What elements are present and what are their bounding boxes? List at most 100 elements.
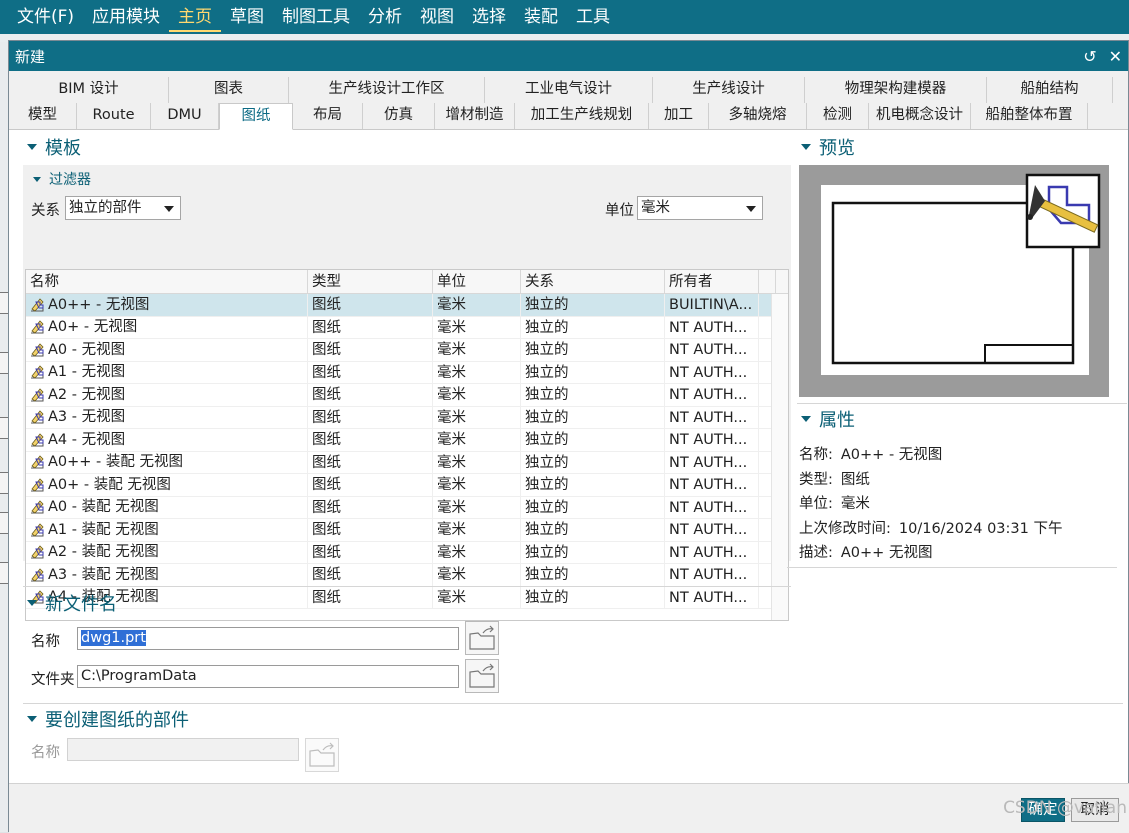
properties-section-header[interactable]: 属性 <box>797 405 855 433</box>
relation-select[interactable]: 独立的部件 <box>65 196 181 220</box>
preview-section-header[interactable]: 预览 <box>797 133 1127 161</box>
unit-select-value: 毫米 <box>641 200 670 216</box>
column-header-1[interactable]: 类型 <box>308 270 433 293</box>
tab-row-2: 模型 Route DMU 图纸 布局 仿真 增材制造 加工生产线规划 加工 多轴烧熔 检测 机电概念设… <box>9 103 1128 130</box>
tab-row1-4[interactable]: 生产线设计 <box>653 77 805 103</box>
table-row[interactable]: A1 - 无视图 图纸 毫米 独立的 NT AUTH... <box>26 361 788 384</box>
table-row[interactable]: A4 - 无视图 图纸 毫米 独立的 NT AUTH... <box>26 429 788 452</box>
tab-row1-2[interactable]: 生产线设计工作区 <box>289 77 485 103</box>
collapse-arrow-icon[interactable] <box>27 716 37 722</box>
table-cell: 毫米 <box>433 451 521 473</box>
menu-item-4[interactable]: 制图工具 <box>273 2 359 32</box>
tab-row2-9[interactable]: 多轴烧熔 <box>709 103 807 129</box>
collapse-arrow-icon[interactable] <box>801 144 811 150</box>
folder-icon <box>309 742 335 767</box>
close-icon[interactable]: ✕ <box>1109 47 1122 66</box>
relation-select-value: 独立的部件 <box>69 200 142 216</box>
column-header-4[interactable]: 所有者 <box>665 270 759 293</box>
new-file-section-header[interactable]: 新文件名 <box>23 589 117 617</box>
unit-select[interactable]: 毫米 <box>637 196 763 220</box>
table-row[interactable]: A3 - 装配 无视图 图纸 毫米 独立的 NT AUTH... <box>26 564 788 587</box>
collapse-arrow-icon[interactable] <box>33 176 41 182</box>
table-row[interactable]: A0+ - 无视图 图纸 毫米 独立的 NT AUTH... <box>26 316 788 339</box>
table-row[interactable]: A0 - 无视图 图纸 毫米 独立的 NT AUTH... <box>26 339 788 362</box>
relation-label: 关系 <box>31 203 60 219</box>
column-header-3[interactable]: 关系 <box>521 270 665 293</box>
tab-row1-0[interactable]: BIM 设计 <box>9 77 169 103</box>
column-header-0[interactable]: 名称 <box>26 270 308 293</box>
collapse-arrow-icon[interactable] <box>27 144 37 150</box>
browse-folder-button[interactable] <box>465 659 499 693</box>
menu-item-8[interactable]: 装配 <box>515 2 567 32</box>
template-section-header[interactable]: 模板 <box>23 133 791 161</box>
collapse-arrow-icon[interactable] <box>27 600 37 606</box>
template-name: A3 - 装配 无视图 <box>48 566 159 583</box>
section-divider <box>797 403 1127 404</box>
table-scrollbar[interactable] <box>771 294 788 620</box>
tab-row2-12[interactable]: 船舶整体布置 <box>971 103 1088 129</box>
table-cell: 独立的 <box>521 406 665 428</box>
table-cell: 独立的 <box>521 474 665 496</box>
menu-item-3[interactable]: 草图 <box>221 2 273 32</box>
template-name: A0 - 无视图 <box>48 341 126 358</box>
table-row[interactable]: A2 - 装配 无视图 图纸 毫米 独立的 NT AUTH... <box>26 541 788 564</box>
menu-item-9[interactable]: 工具 <box>567 2 619 32</box>
menu-item-7[interactable]: 选择 <box>463 2 515 32</box>
menu-item-1[interactable]: 应用模块 <box>83 2 169 32</box>
tab-row2-6[interactable]: 增材制造 <box>435 103 515 129</box>
table-row[interactable]: A0+ - 装配 无视图 图纸 毫米 独立的 NT AUTH... <box>26 474 788 497</box>
tab-row1-6[interactable]: 船舶结构 <box>987 77 1113 103</box>
template-name: A1 - 装配 无视图 <box>48 521 159 538</box>
table-row[interactable]: A2 - 无视图 图纸 毫米 独立的 NT AUTH... <box>26 384 788 407</box>
tab-row2-5[interactable]: 仿真 <box>363 103 435 129</box>
tab-row2-11[interactable]: 机电概念设计 <box>869 103 971 129</box>
table-row[interactable]: A0++ - 装配 无视图 图纸 毫米 独立的 NT AUTH... <box>26 451 788 474</box>
template-name: A4 - 无视图 <box>48 431 126 448</box>
reset-icon[interactable]: ↺ <box>1083 47 1096 66</box>
menu-item-5[interactable]: 分析 <box>359 2 411 32</box>
tab-row2-0[interactable]: 模型 <box>9 103 77 129</box>
tab-row2-7[interactable]: 加工生产线规划 <box>515 103 649 129</box>
table-row[interactable]: A3 - 无视图 图纸 毫米 独立的 NT AUTH... <box>26 406 788 429</box>
property-key: 类型: <box>799 471 833 488</box>
file-name-input[interactable]: dwg1.prt <box>77 627 459 650</box>
tab-row2-1[interactable]: Route <box>77 103 151 129</box>
table-row[interactable]: A4 - 装配 无视图 图纸 毫米 独立的 NT AUTH... <box>26 586 788 609</box>
table-cell: 独立的 <box>521 496 665 518</box>
drawing-template-icon <box>31 433 44 447</box>
part-name-input[interactable] <box>67 738 299 761</box>
table-cell: BUILTIN\A... <box>665 294 759 316</box>
property-row: 类型: 图纸 <box>799 468 870 489</box>
table-row[interactable]: A0++ - 无视图 图纸 毫米 独立的 BUILTIN\A... <box>26 294 788 317</box>
menu-item-6[interactable]: 视图 <box>411 2 463 32</box>
menu-item-2[interactable]: 主页 <box>169 2 222 32</box>
table-row[interactable]: A1 - 装配 无视图 图纸 毫米 独立的 NT AUTH... <box>26 519 788 542</box>
menu-item-0[interactable]: 文件(F) <box>8 2 83 32</box>
tab-row2-10[interactable]: 检测 <box>807 103 869 129</box>
properties-section-title: 属性 <box>819 410 855 431</box>
table-cell: 毫米 <box>433 406 521 428</box>
tab-row2-2[interactable]: DMU <box>151 103 219 129</box>
table-cell: A0 - 装配 无视图 <box>26 496 308 518</box>
property-key: 描述: <box>799 545 833 561</box>
table-row[interactable]: A0 - 装配 无视图 图纸 毫米 独立的 NT AUTH... <box>26 496 788 519</box>
table-cell: 图纸 <box>308 564 433 586</box>
tab-row2-8[interactable]: 加工 <box>649 103 709 129</box>
tab-row1-5[interactable]: 物理架构建模器 <box>805 77 987 103</box>
folder-input[interactable]: C:\ProgramData <box>77 665 459 688</box>
column-header-2[interactable]: 单位 <box>433 270 521 293</box>
browse-name-button[interactable] <box>465 621 499 655</box>
tab-row1-1[interactable]: 图表 <box>169 77 289 103</box>
browse-part-button[interactable] <box>305 738 339 772</box>
table-cell: 图纸 <box>308 541 433 563</box>
filter-header[interactable]: 过滤器 <box>29 169 785 189</box>
part-section-header[interactable]: 要创建图纸的部件 <box>23 705 189 733</box>
tab-row2-3[interactable]: 图纸 <box>219 103 293 130</box>
collapse-arrow-icon[interactable] <box>801 416 811 422</box>
dialog-footer: 确定 取消 <box>9 783 1129 833</box>
tab-row1-3[interactable]: 工业电气设计 <box>485 77 653 103</box>
table-cell: NT AUTH... <box>665 474 759 496</box>
template-name: A0+ - 装配 无视图 <box>48 476 171 493</box>
unit-label: 单位 <box>605 203 634 219</box>
tab-row2-4[interactable]: 布局 <box>293 103 363 129</box>
